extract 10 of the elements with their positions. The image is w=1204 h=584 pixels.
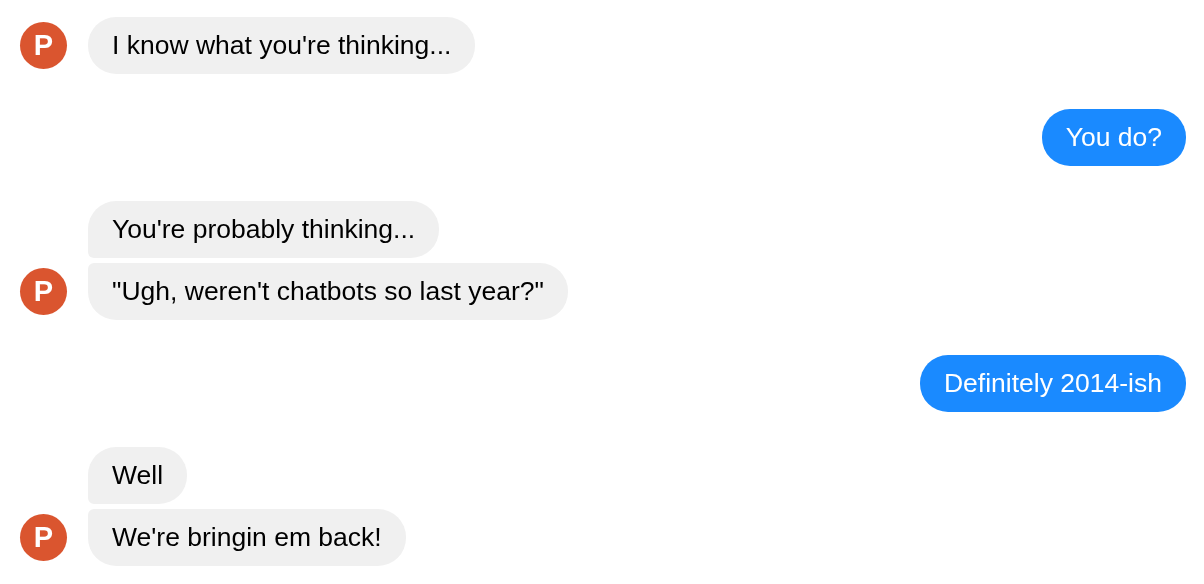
avatar: P [20,514,67,561]
avatar: P [20,268,67,315]
sent-message: You do? [1041,109,1186,166]
received-message: We're bringin em back! [88,509,406,566]
received-message: "Ugh, weren't chatbots so last year?" [88,263,568,320]
received-message: Well [88,447,188,504]
sent-message: Definitely 2014-ish [920,355,1186,412]
received-message: I know what you're thinking... [88,17,476,74]
avatar: P [20,22,67,69]
received-message: You're probably thinking... [88,201,440,258]
